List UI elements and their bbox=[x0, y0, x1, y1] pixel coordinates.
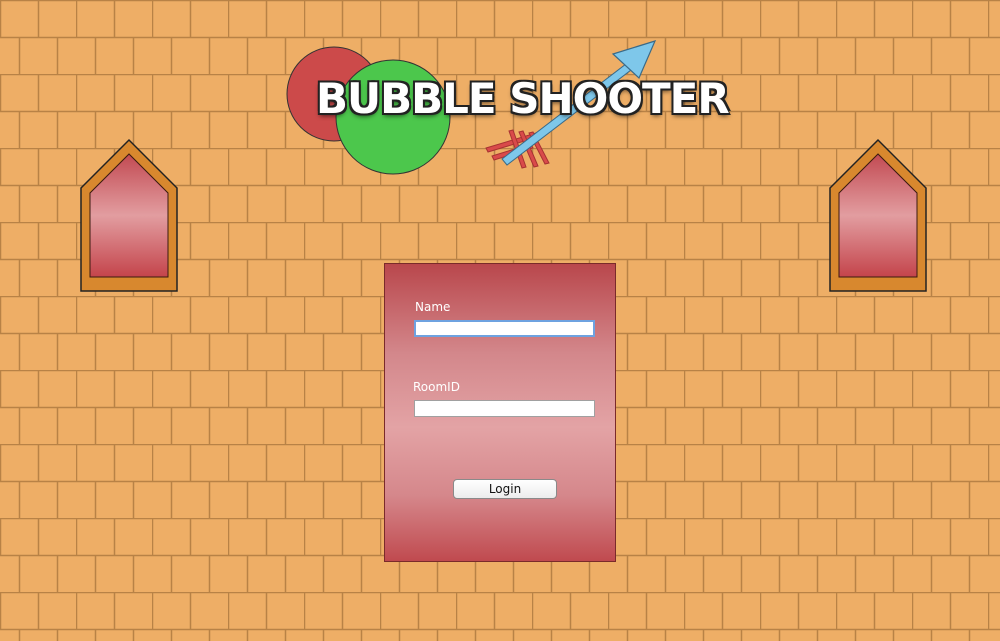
room-id-label: RoomID bbox=[413, 380, 460, 394]
login-button[interactable]: Login bbox=[453, 479, 557, 499]
login-panel: Name RoomID Login bbox=[384, 263, 616, 562]
name-input[interactable] bbox=[414, 320, 595, 337]
left-window bbox=[80, 138, 178, 292]
name-label: Name bbox=[415, 300, 451, 314]
right-window bbox=[829, 138, 927, 292]
room-id-input[interactable] bbox=[414, 400, 595, 417]
game-title: BUBBLE SHOOTER bbox=[316, 74, 730, 123]
